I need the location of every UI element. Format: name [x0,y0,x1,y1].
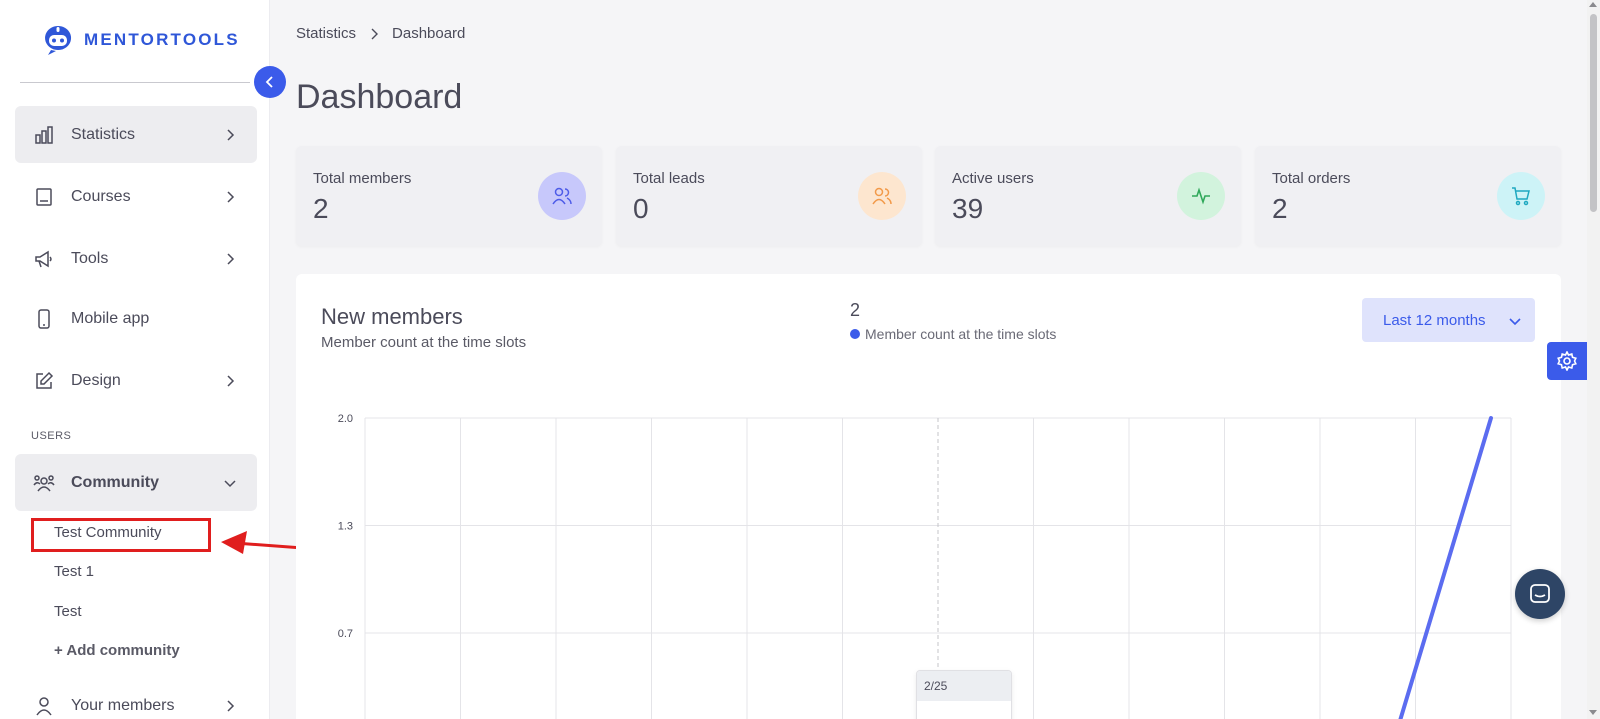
series-line-member-count [1398,416,1493,719]
community-item-test[interactable]: Test [54,603,82,620]
stat-card-active-users: Active users 39 [935,146,1241,246]
stat-title: Total members [313,170,412,187]
user-icon [33,695,55,717]
sidebar-item-tools[interactable]: Tools [15,230,257,287]
community-icon [33,472,55,494]
bar-chart-icon [33,124,55,146]
chart-title: New members [321,304,463,329]
sidebar-item-community[interactable]: Community [15,454,257,511]
sidebar-item-label: Tools [71,249,109,267]
legend-dot [850,329,860,339]
chat-icon [1530,584,1550,603]
tooltip-label: 2/25 [917,671,1011,701]
sidebar-item-your-members[interactable]: Your members [15,677,257,719]
chat-button[interactable] [1515,569,1565,619]
breadcrumb: Statistics Dashboard [296,25,465,42]
date-range-select[interactable]: Last 12 months [1362,298,1535,342]
annotation-highlight-box [31,518,211,552]
chevron-right-icon [223,374,237,388]
users-icon [538,172,586,220]
community-item-test-1[interactable]: Test 1 [54,563,94,580]
sidebar-item-design[interactable]: Design [15,352,257,409]
sidebar-item-label: Community [71,473,159,491]
legend-label: Member count at the time slots [865,326,1057,342]
sidebar-item-label: Your members [71,696,175,714]
stat-title: Total leads [633,170,705,187]
add-community-link[interactable]: + Add community [54,642,180,659]
users-icon [858,172,906,220]
stat-title: Active users [952,170,1034,187]
chart-tooltip: 2/25 [916,670,1012,719]
logo[interactable]: MENTORTOOLS [42,24,240,56]
legend-total: 2 [850,300,861,320]
logo-robot-icon [45,26,72,55]
gear-icon [1557,351,1577,371]
chart-legend: Member count at the time slots [850,326,1056,342]
stat-card-total-orders: Total orders 2 [1255,146,1561,246]
megaphone-icon [33,248,55,270]
sidebar-item-label: Courses [71,187,131,205]
chevron-right-icon [223,252,237,266]
scroll-down-arrow-icon[interactable] [1589,710,1597,715]
sidebar: MENTORTOOLS Statistics Courses Tools Mob… [0,0,270,719]
section-label-users: USERS [31,430,72,442]
stat-value: 2 [1272,193,1288,224]
stat-title: Total orders [1272,170,1351,187]
sidebar-item-label: Design [71,371,121,389]
collapse-sidebar-button[interactable] [254,66,286,98]
stat-value: 39 [952,193,984,224]
sidebar-item-mobile-app[interactable]: Mobile app [15,290,257,347]
new-members-chart-card: 2.0 1.3 0.7 New members Member count at th… [296,274,1561,719]
chevron-down-icon [223,476,237,490]
scroll-thumb[interactable] [1590,14,1597,212]
page-scrollbar[interactable] [1587,0,1600,719]
stat-value: 0 [633,193,649,224]
breadcrumb-item-dashboard: Dashboard [392,25,466,42]
page-title: Dashboard [296,78,463,116]
chevron-right-icon [223,128,237,142]
pencil-icon [33,370,55,392]
stat-card-total-leads: Total leads 0 [616,146,922,246]
y-tick-label: 1.3 [338,521,353,533]
sidebar-item-courses[interactable]: Courses [15,168,257,225]
chevron-down-icon [1509,313,1521,330]
chevron-right-icon [223,699,237,713]
y-tick-label: 2.0 [338,413,353,425]
phone-icon [33,308,55,330]
chart-subtitle: Member count at the time slots [321,334,527,351]
scroll-up-arrow-icon[interactable] [1589,2,1597,7]
book-icon [33,186,55,208]
brand-name: MENTORTOOLS [84,30,240,49]
y-tick-label: 0.7 [338,628,353,640]
stat-card-total-members: Total members 2 [296,146,602,246]
sidebar-item-label: Mobile app [71,309,150,327]
cart-icon [1497,172,1545,220]
chevron-left-icon [265,76,273,88]
breadcrumb-item-statistics[interactable]: Statistics [296,25,356,42]
chevron-right-icon [370,28,379,40]
chevron-right-icon [223,190,237,204]
settings-button[interactable] [1547,342,1587,380]
activity-icon [1177,172,1225,220]
sidebar-item-statistics[interactable]: Statistics [15,106,257,163]
date-range-value: Last 12 months [1383,311,1486,329]
divider [20,82,250,83]
sidebar-item-label: Statistics [71,125,136,143]
stat-value: 2 [313,193,329,224]
